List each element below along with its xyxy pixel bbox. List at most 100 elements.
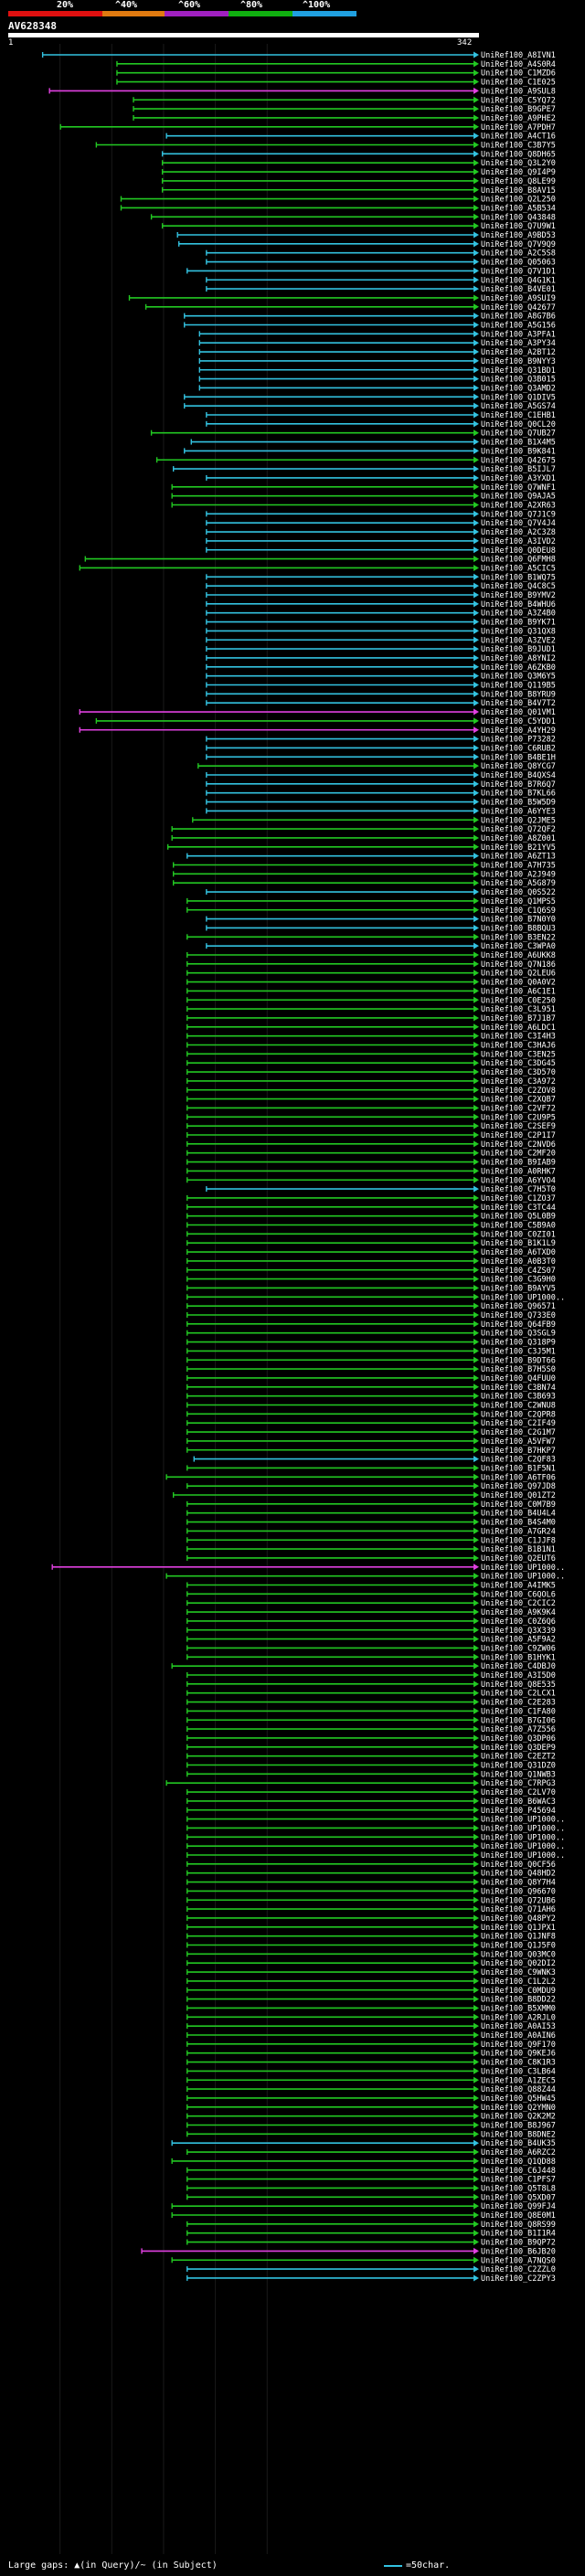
hit-label: UniRef100_C8K1R3 (481, 2059, 556, 2068)
hit-label: UniRef100_B6JB20 (481, 2247, 556, 2256)
hit-arrow (473, 2211, 479, 2219)
hit-arrow (473, 799, 479, 806)
hit-arrow (473, 834, 479, 842)
hit-arrow (473, 2148, 479, 2156)
hit-label: UniRef100_Q31QX8 (481, 627, 556, 636)
hit-label: UniRef100_C2G1M7 (481, 1428, 556, 1437)
hit-label: UniRef100_Q8YCG7 (481, 762, 556, 771)
hit-arrow (473, 1077, 479, 1085)
hit-label: UniRef100_Q9I4P9 (481, 168, 556, 177)
hit-arrow (473, 853, 479, 860)
hit-label: UniRef100_A1ZEC5 (481, 2076, 556, 2085)
hit-arrow (473, 2239, 479, 2246)
hit-label: UniRef100_C0M7B9 (481, 1500, 556, 1510)
hit-arrow (473, 519, 479, 526)
hit-label: UniRef100_C2SEF9 (481, 1122, 556, 1131)
hit-arrow (473, 1662, 479, 1670)
hit-arrow (473, 1699, 479, 1706)
hit-arrow (473, 1627, 479, 1634)
hit-arrow (473, 2085, 479, 2093)
hit-label: UniRef100_Q01VM1 (481, 708, 556, 717)
hit-arrow (473, 2247, 479, 2254)
hit-label: UniRef100_Q9KEJ6 (481, 2050, 556, 2059)
hit-arrow (473, 1293, 479, 1300)
hit-arrow (473, 51, 479, 58)
hit-arrow (473, 610, 479, 617)
hit-arrow (473, 1419, 479, 1426)
hit-arrow (473, 1851, 479, 1859)
hit-arrow (473, 249, 479, 257)
alignment-plot: UniRef100_A8IVN1UniRef100_A4S0R4UniRef10… (41, 44, 565, 2554)
hit-label: UniRef100_Q8LE99 (481, 177, 556, 186)
hit-arrow (473, 1014, 479, 1022)
hit-arrow (473, 1933, 479, 1940)
hit-arrow (473, 1096, 479, 1103)
hit-label: UniRef100_C2ZPY3 (481, 2274, 556, 2284)
hit-arrow (473, 1239, 479, 1246)
hit-arrow (473, 1716, 479, 1723)
hit-label: UniRef100_C3G9H0 (481, 1276, 556, 1285)
hit-arrow (473, 1797, 479, 1805)
hit-label: UniRef100_Q5T8L8 (481, 2184, 556, 2193)
hit-arrow (473, 942, 479, 949)
hit-label: UniRef100_C2ZZL0 (481, 2265, 556, 2274)
hit-arrow (473, 2230, 479, 2237)
hit-label: UniRef100_Q5HW45 (481, 2094, 556, 2104)
hit-label: UniRef100_A0RHK7 (481, 1167, 556, 1176)
hit-label: UniRef100_A5VFW7 (481, 1437, 556, 1447)
hit-arrow (473, 177, 479, 185)
hit-arrow (473, 259, 479, 266)
hit-label: UniRef100_Q1JPX1 (481, 1924, 556, 1933)
hit-label: UniRef100_Q72UB6 (481, 1896, 556, 1905)
hit-label: UniRef100_A4IMK5 (481, 1582, 556, 1591)
hit-arrow (473, 591, 479, 599)
hit-label: UniRef100_A0AI53 (481, 2022, 556, 2031)
hit-arrow (473, 439, 479, 446)
hit-arrow (473, 1374, 479, 1382)
hit-arrow (473, 762, 479, 769)
hit-label: UniRef100_P73282 (481, 736, 556, 745)
hit-arrow (473, 79, 479, 86)
hit-label: UniRef100_A7NQS0 (481, 2256, 556, 2265)
hit-label: UniRef100_Q88Z44 (481, 2085, 556, 2094)
hit-arrow (473, 780, 479, 788)
hit-label: UniRef100_Q97JD8 (481, 1482, 556, 1491)
hit-arrow (473, 1176, 479, 1183)
hit-arrow (473, 1402, 479, 1408)
hit-label: UniRef100_UP1000.. (481, 1293, 565, 1302)
hit-label: UniRef100_Q2YMN0 (481, 2104, 556, 2113)
hit-label: UniRef100_C1JJF8 (481, 1536, 556, 1545)
hit-arrow (473, 528, 479, 535)
hit-label: UniRef100_Q0CF56 (481, 1860, 556, 1870)
hit-arrow (473, 240, 479, 248)
hit-arrow (473, 970, 479, 977)
hit-arrow (473, 2094, 479, 2102)
hit-arrow (473, 1059, 479, 1066)
hit-arrow (473, 267, 479, 274)
hit-arrow (473, 600, 479, 608)
hit-arrow (473, 1339, 479, 1346)
hit-label: UniRef100_B7H5S0 (481, 1365, 556, 1374)
hit-label: UniRef100_C3LB64 (481, 2067, 556, 2076)
hit-label: UniRef100_A9SUL8 (481, 87, 556, 96)
hit-arrow (473, 1087, 479, 1094)
hit-label: UniRef100_A7GR24 (481, 1527, 556, 1536)
hit-label: UniRef100_C7H5T0 (481, 1185, 556, 1194)
hit-label: UniRef100_A8IVN1 (481, 51, 556, 60)
hit-label: UniRef100_B9QP72 (481, 2239, 556, 2248)
hit-label: UniRef100_C2CIC2 (481, 1599, 556, 1608)
hit-label: UniRef100_A6TF06 (481, 1473, 556, 1482)
hit-arrow (473, 2274, 479, 2282)
hit-label: UniRef100_A9K9K4 (481, 1608, 556, 1617)
hit-arrow (473, 1896, 479, 1903)
hit-arrow (473, 771, 479, 779)
hit-arrow (473, 673, 479, 680)
hit-arrow (473, 1905, 479, 1913)
hit-arrow (473, 906, 479, 914)
hit-arrow (473, 510, 479, 517)
hit-arrow (473, 420, 479, 428)
hit-arrow (473, 2193, 479, 2200)
hit-label: UniRef100_B8YRU9 (481, 690, 556, 699)
hit-label: UniRef100_Q01ZT2 (481, 1491, 556, 1500)
hit-label: UniRef100_Q7WNF1 (481, 483, 556, 493)
